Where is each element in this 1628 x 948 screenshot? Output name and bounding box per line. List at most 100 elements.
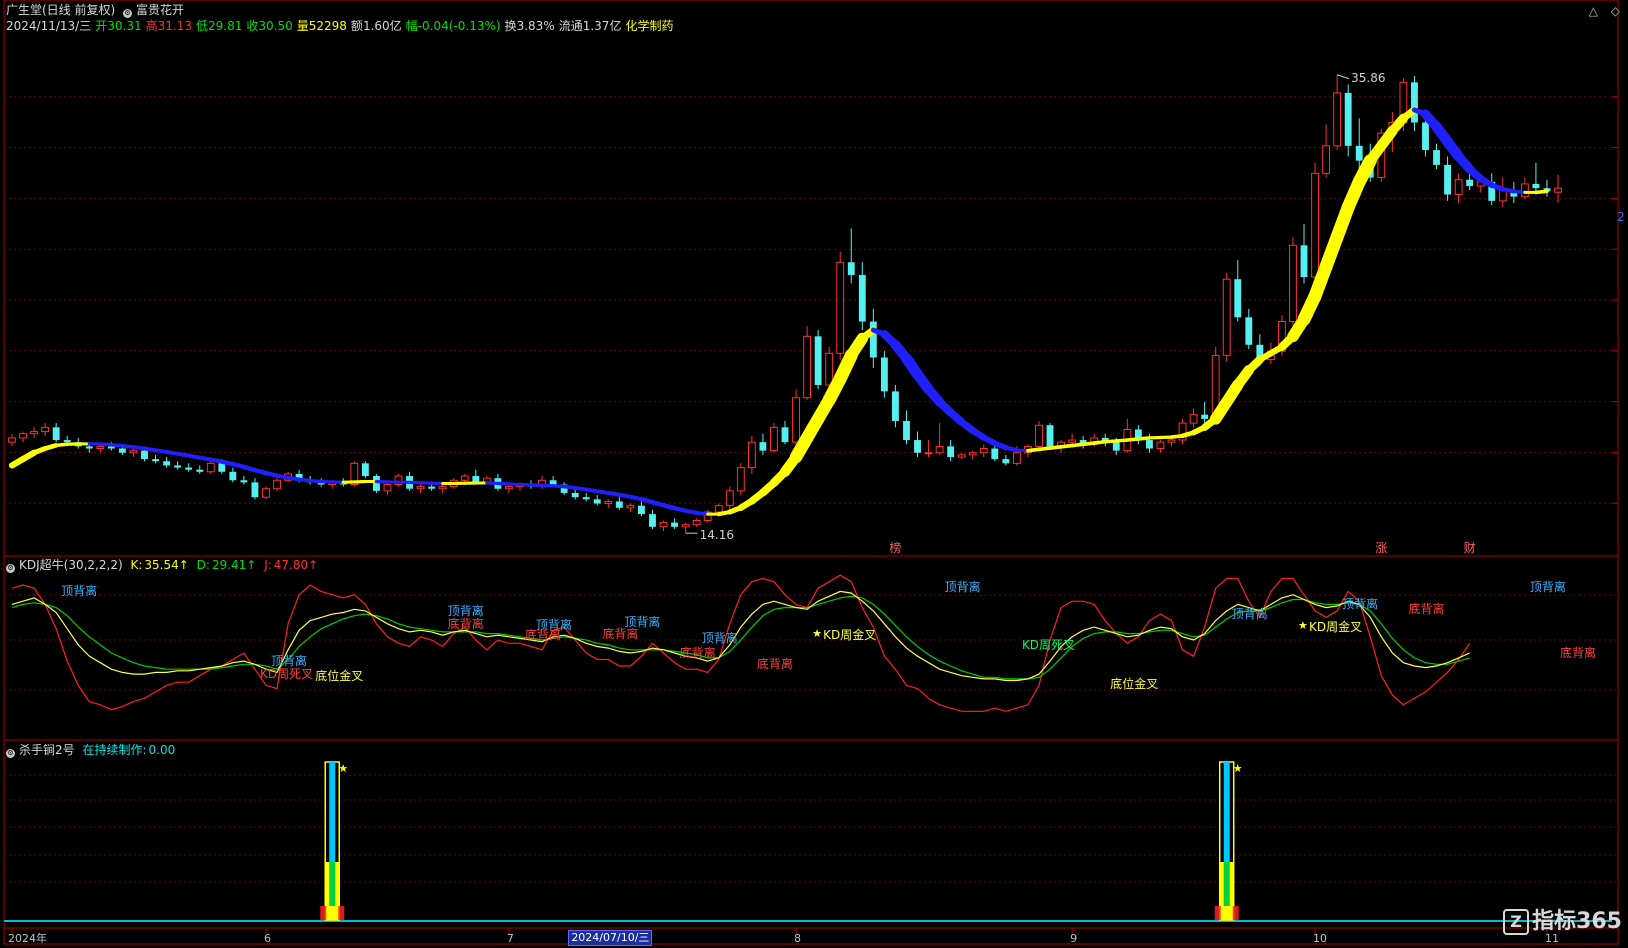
candle-body[interactable]: [968, 452, 977, 456]
candle-body[interactable]: [747, 441, 756, 469]
candle-body[interactable]: [1035, 424, 1043, 447]
candle-body[interactable]: [206, 462, 215, 473]
settings-icon[interactable]: ⚙: [123, 9, 133, 18]
candle-body[interactable]: [759, 442, 767, 451]
candle-body[interactable]: [1289, 244, 1297, 323]
candle-body[interactable]: [141, 450, 148, 460]
candle-body[interactable]: [1433, 150, 1440, 165]
candle-body[interactable]: [1167, 439, 1176, 443]
candle-body[interactable]: [1300, 245, 1308, 278]
candle-body[interactable]: [1145, 440, 1153, 449]
candle-body[interactable]: [549, 480, 557, 485]
candle-body[interactable]: [1311, 172, 1319, 278]
candle-body[interactable]: [229, 471, 237, 481]
candle-body[interactable]: [163, 461, 171, 466]
candle-body[interactable]: [1498, 189, 1507, 202]
candle-body[interactable]: [714, 505, 723, 513]
kdj-lines[interactable]: [11, 574, 1471, 712]
killer-title[interactable]: 杀手锏2号: [19, 743, 75, 757]
killer-signal-bars[interactable]: ★ ★: [320, 761, 1243, 921]
candle-body[interactable]: [30, 431, 39, 435]
candle-body[interactable]: [1012, 452, 1021, 464]
candle-body[interactable]: [1046, 425, 1054, 447]
up-triangle-icon[interactable]: △: [1589, 4, 1598, 18]
candle-body[interactable]: [240, 480, 248, 483]
candle-body[interactable]: [681, 524, 690, 528]
candle-body[interactable]: [41, 426, 50, 433]
candle-body[interactable]: [152, 459, 159, 462]
candle-body[interactable]: [1422, 122, 1429, 151]
candle-body[interactable]: [505, 486, 513, 490]
candle-body[interactable]: [1411, 82, 1418, 123]
candle-body[interactable]: [416, 486, 425, 490]
candle-body[interactable]: [1068, 439, 1077, 443]
candle-body[interactable]: [847, 262, 855, 275]
candle-body[interactable]: [825, 352, 834, 386]
candle-body[interactable]: [725, 490, 734, 507]
candle-body[interactable]: [1520, 183, 1529, 198]
candle-body[interactable]: [914, 440, 921, 453]
killer-settings-icon[interactable]: ⚙: [6, 749, 15, 758]
candle-body[interactable]: [1245, 317, 1253, 345]
candle-body[interactable]: [649, 514, 656, 527]
candle-body[interactable]: [814, 336, 822, 386]
candle-body[interactable]: [273, 479, 281, 490]
candle-body[interactable]: [174, 465, 182, 468]
candle-body[interactable]: [52, 427, 60, 441]
kdj-settings-icon[interactable]: ⚙: [6, 564, 15, 573]
candle-body[interactable]: [880, 357, 888, 392]
indicator-name[interactable]: 富贵花开: [136, 3, 184, 17]
candle-body[interactable]: [383, 484, 392, 492]
candle-body[interactable]: [472, 476, 480, 483]
candle-body[interactable]: [1322, 145, 1331, 174]
candle-body[interactable]: [1222, 278, 1231, 356]
candle-body[interactable]: [1466, 179, 1474, 187]
candle-body[interactable]: [593, 499, 601, 504]
candle-body[interactable]: [935, 445, 944, 454]
candle-body[interactable]: [196, 469, 204, 472]
candle-body[interactable]: [460, 475, 469, 481]
candle-body[interactable]: [947, 446, 955, 457]
kdj-j-line[interactable]: [11, 574, 1471, 712]
candle-body[interactable]: [792, 397, 800, 443]
candle-body[interactable]: [770, 426, 778, 452]
candle-body[interactable]: [19, 433, 27, 439]
candle-body[interactable]: [218, 463, 226, 472]
candle-body[interactable]: [1554, 187, 1562, 193]
candle-body[interactable]: [1355, 145, 1363, 161]
candle-body[interactable]: [119, 448, 126, 453]
candle-body[interactable]: [1532, 183, 1540, 189]
candle-body[interactable]: [582, 497, 590, 500]
candle-body[interactable]: [251, 482, 259, 498]
candle-body[interactable]: [96, 445, 105, 450]
candle-body[interactable]: [979, 448, 988, 454]
diamond-icon[interactable]: ◇: [1611, 4, 1620, 18]
candle-body[interactable]: [85, 446, 93, 449]
candle-body[interactable]: [438, 486, 447, 490]
candle-body[interactable]: [991, 448, 999, 460]
candle-body[interactable]: [372, 476, 380, 491]
candle-body[interactable]: [428, 486, 436, 489]
sector-name[interactable]: 化学制药: [625, 19, 673, 33]
candle-body[interactable]: [957, 454, 966, 458]
candle-body[interactable]: [361, 463, 369, 477]
candle-body[interactable]: [858, 274, 866, 322]
candle-body[interactable]: [692, 519, 701, 526]
candle-body[interactable]: [1234, 279, 1242, 318]
candle-body[interactable]: [736, 467, 745, 492]
candle-body[interactable]: [1344, 92, 1352, 146]
candle-body[interactable]: [1444, 164, 1451, 195]
candle-body[interactable]: [1201, 414, 1209, 419]
candle-body[interactable]: [129, 450, 138, 454]
candle-body[interactable]: [638, 505, 645, 515]
candle-body[interactable]: [626, 505, 635, 509]
candle-body[interactable]: [1156, 441, 1165, 450]
candle-body[interactable]: [659, 522, 668, 528]
candle-body[interactable]: [1454, 179, 1463, 196]
candle-body[interactable]: [836, 261, 845, 354]
candle-body[interactable]: [604, 500, 613, 505]
candle-body[interactable]: [1333, 92, 1342, 147]
candle-body[interactable]: [671, 522, 678, 527]
stock-chart[interactable]: ★ ★: [0, 0, 1628, 948]
candle-body[interactable]: [8, 437, 16, 443]
